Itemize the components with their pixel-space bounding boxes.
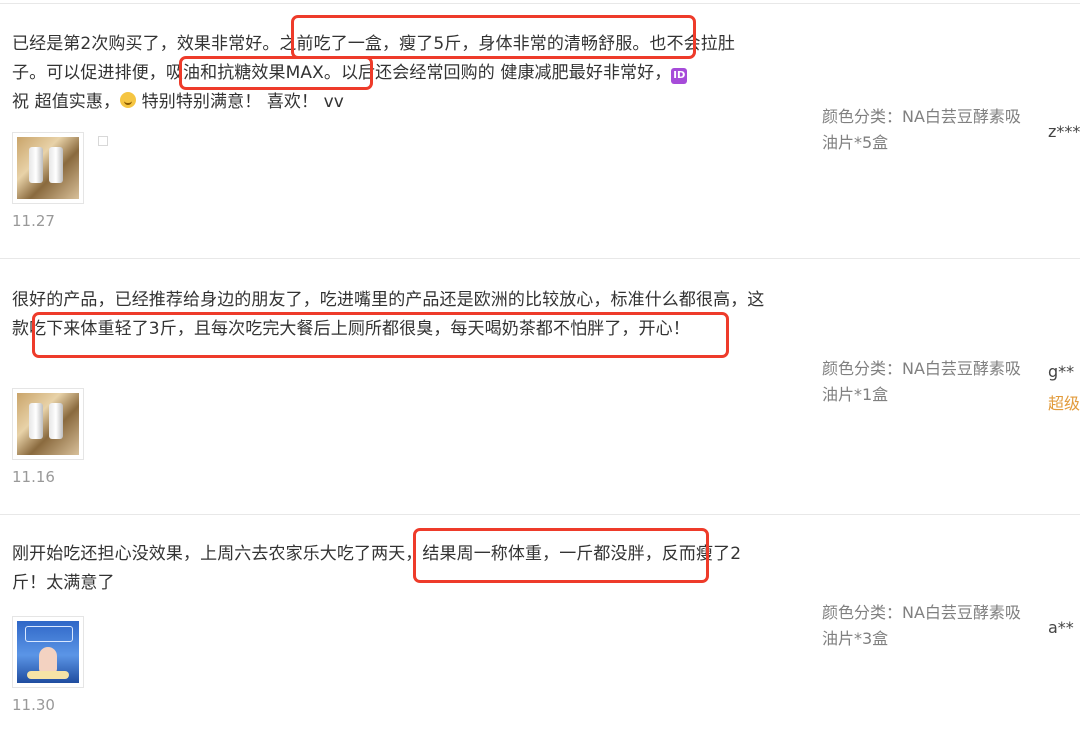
video-placeholder-icon (98, 136, 108, 146)
review-text: 刚开始吃还担心没效果，上周六去农家乐大吃了两天，结果周一称体重，一斤都没胖，反而… (12, 544, 742, 593)
sku-info: 颜色分类：NA白芸豆酵素吸油片*1盒 (822, 359, 1021, 404)
review-date: 11.16 (12, 468, 55, 486)
reviewer-name: z*** (1048, 122, 1080, 141)
sku-info: 颜色分类：NA白芸豆酵素吸油片*5盒 (822, 107, 1021, 152)
review-item: 很好的产品，已经推荐给身边的朋友了，吃进嘴里的产品还是欧洲的比较放心，标准什么都… (0, 260, 1080, 515)
review-item: 刚开始吃还担心没效果，上周六去农家乐大吃了两天，结果周一称体重，一斤都没胖，反而… (0, 516, 1080, 741)
review-photo-thumbnail[interactable] (12, 132, 84, 204)
review-text-part: 特别特别满意！ 喜欢！ vv (136, 92, 344, 112)
review-text: 已经是第2次购买了，效果非常好。之前吃了一盒，瘦了5斤，身体非常的清畅舒服。也不… (12, 30, 767, 117)
review-text-part: 已经是第2次购买了，效果非常好。之前吃了一盒，瘦了5斤，身体非常的清畅舒服。也不… (12, 34, 735, 83)
product-bottles-photo (17, 137, 79, 199)
review-photo-thumbnail[interactable] (12, 388, 84, 460)
reviewer-name: g** (1048, 362, 1075, 381)
review-date: 11.27 (12, 212, 55, 230)
yoga-ad-photo (17, 621, 79, 683)
review-item: 已经是第2次购买了，效果非常好。之前吃了一盒，瘦了5斤，身体非常的清畅舒服。也不… (0, 4, 1080, 259)
review-date: 11.30 (12, 696, 55, 714)
review-text-part: 祝 超值实惠， (12, 92, 121, 112)
product-bottles-photo (17, 393, 79, 455)
review-text: 很好的产品，已经推荐给身边的朋友了，吃进嘴里的产品还是欧洲的比较放心，标准什么都… (12, 290, 765, 339)
smile-emoji-icon (120, 92, 137, 108)
id-badge-icon: ID (671, 68, 688, 84)
sku-info: 颜色分类：NA白芸豆酵素吸油片*3盒 (822, 603, 1021, 648)
member-level-badge: 超级 (1048, 394, 1080, 413)
reviewer-name: a** (1048, 618, 1074, 637)
review-photo-thumbnail[interactable] (12, 616, 84, 688)
